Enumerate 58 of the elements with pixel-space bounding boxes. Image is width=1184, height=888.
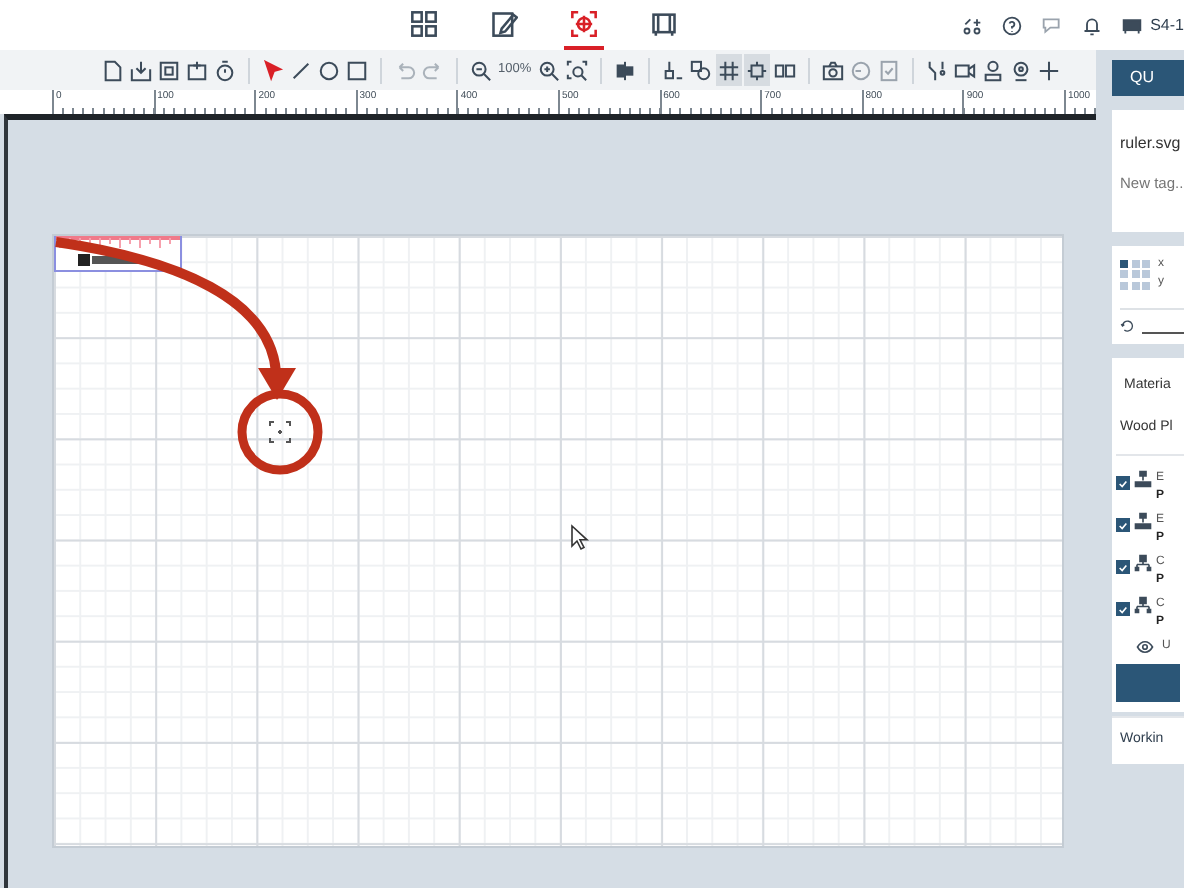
cut-layer-icon [1134, 554, 1152, 573]
video-icon [953, 59, 976, 81]
start-button[interactable] [1116, 664, 1180, 703]
pointer-button[interactable] [260, 54, 286, 86]
process-button[interactable]: QU [1112, 60, 1184, 96]
anchor-point[interactable] [1120, 259, 1128, 268]
new-file-icon [102, 59, 124, 81]
snap-icon [745, 59, 768, 81]
zoom-out-icon [470, 59, 492, 81]
circle-icon [318, 59, 340, 81]
reset-icon [849, 59, 872, 81]
zoom-fit-icon [565, 59, 588, 81]
line-icon [290, 59, 312, 81]
snap-button[interactable] [743, 54, 770, 86]
mouse-pointer-icon [571, 524, 590, 551]
camera-icon [821, 59, 844, 81]
engrave-layer-icon [1134, 470, 1152, 489]
redo-icon [422, 59, 444, 81]
trace-icon [689, 59, 712, 81]
pointer-icon [262, 59, 284, 81]
eye-icon[interactable] [1136, 638, 1154, 657]
timer-icon [214, 59, 236, 81]
undo-icon [394, 59, 416, 81]
cut-layer-icon [1134, 596, 1152, 615]
device-name[interactable]: S4-1 [1150, 13, 1184, 37]
grid-button[interactable] [715, 54, 742, 86]
rotate-icon [1120, 318, 1135, 335]
layer-checkbox[interactable] [1116, 518, 1130, 533]
plus-icon [1037, 59, 1060, 81]
layer-checkbox[interactable] [1116, 476, 1130, 491]
focus-icon[interactable] [269, 421, 291, 443]
import-icon [130, 59, 152, 81]
bell-icon[interactable] [1082, 15, 1103, 35]
edit-icon [490, 9, 518, 37]
save-icon [158, 59, 180, 81]
boolean-icon [661, 59, 684, 81]
connection-icon[interactable] [962, 15, 983, 35]
crosshair-icon [570, 9, 598, 37]
message-icon[interactable] [1042, 15, 1063, 35]
zoom-in-icon [537, 59, 560, 81]
grid-icon [717, 59, 740, 81]
location-icon [1009, 59, 1032, 81]
layer-checkbox[interactable] [1116, 560, 1130, 575]
help-icon[interactable] [1002, 15, 1023, 35]
frame-icon [650, 9, 678, 37]
checklist-icon [877, 59, 900, 81]
file-name: ruler.svg [1120, 132, 1183, 156]
device-icon[interactable] [1122, 15, 1143, 35]
save-as-icon [186, 59, 208, 81]
path-icon [925, 59, 948, 81]
layer-checkbox[interactable] [1116, 602, 1130, 617]
grid-icon [410, 9, 438, 37]
align-icon [613, 59, 636, 81]
rectangle-icon [346, 59, 368, 81]
engrave-layer-icon [1134, 512, 1152, 531]
annotation-circle [237, 389, 323, 475]
array-icon [773, 59, 796, 81]
user-stamp-icon [981, 59, 1004, 81]
